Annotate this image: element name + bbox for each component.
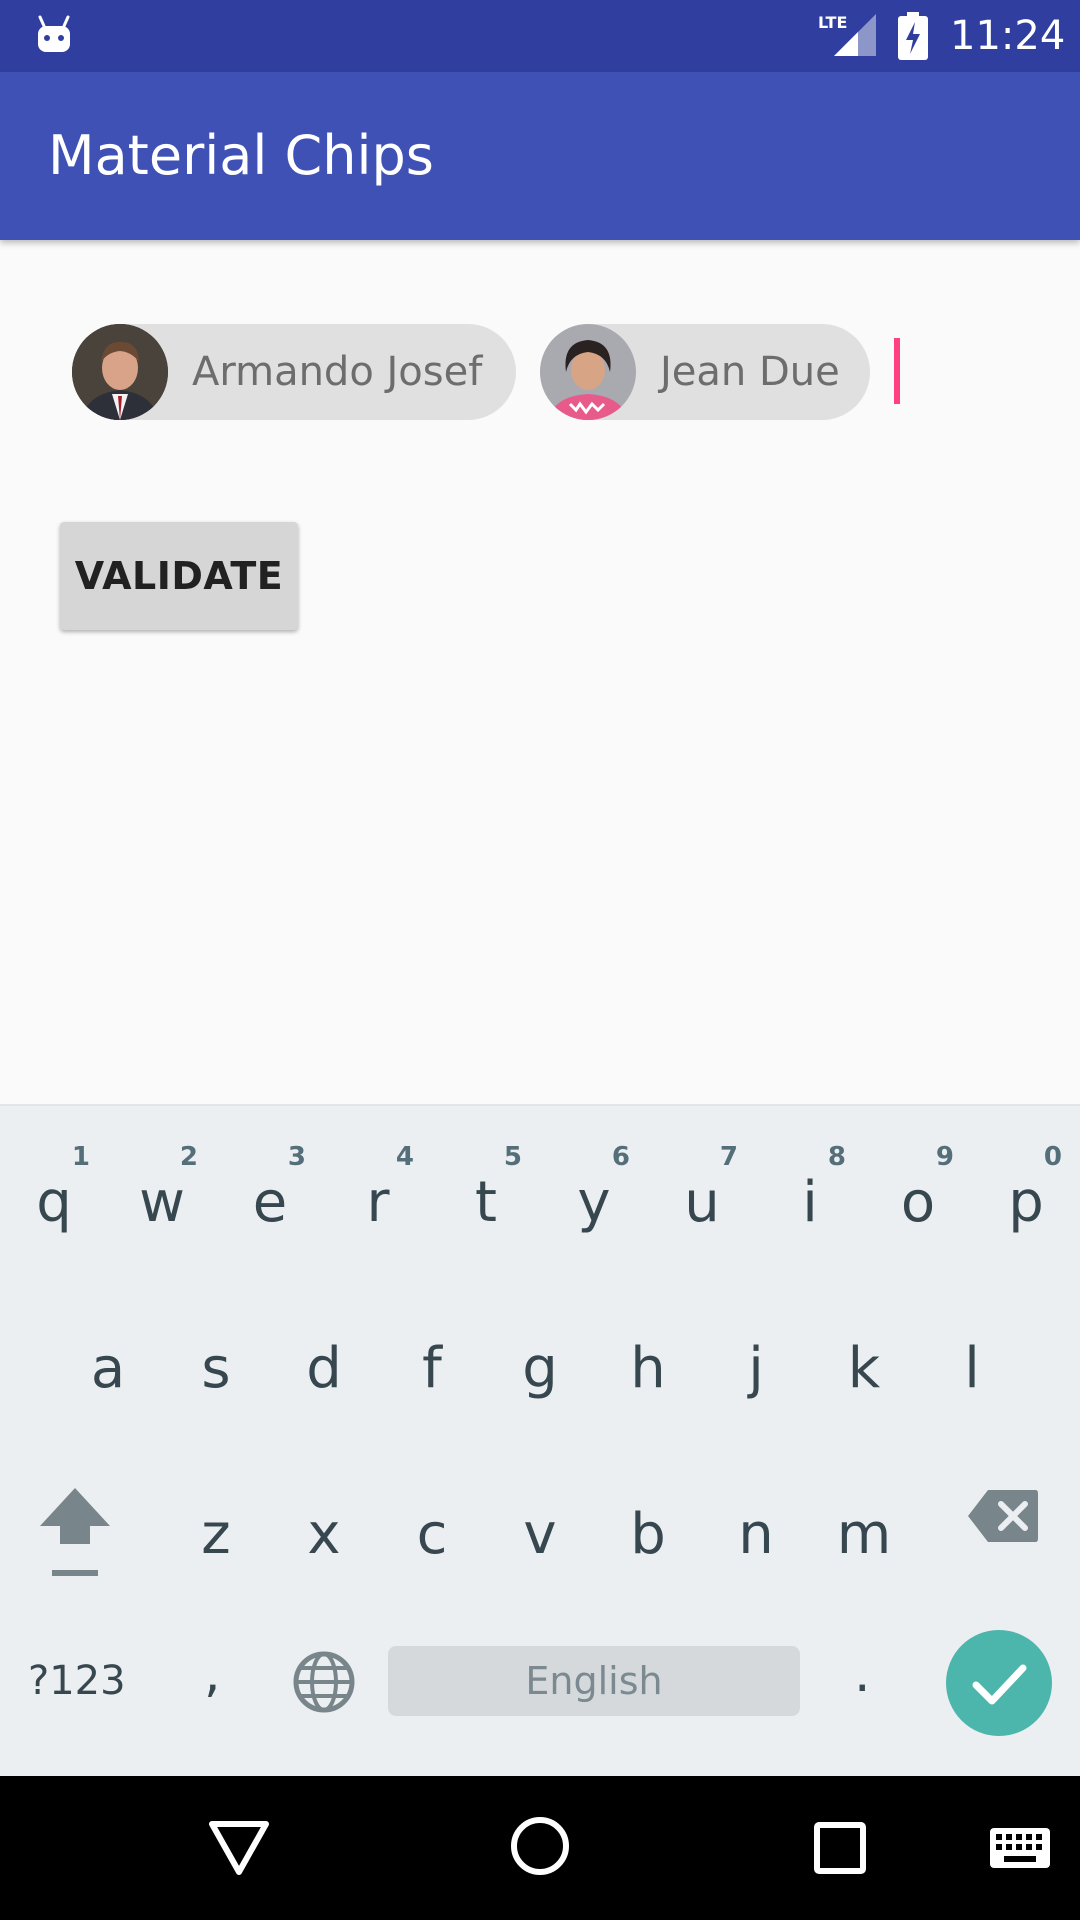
key-t[interactable]: 5t <box>436 1122 536 1252</box>
status-time: 11:24 <box>950 13 1066 59</box>
key-u[interactable]: 7u <box>652 1122 752 1252</box>
space-key[interactable]: English <box>388 1646 800 1716</box>
key-o[interactable]: 9o <box>868 1122 968 1252</box>
key-f[interactable]: f <box>382 1292 482 1422</box>
text-cursor[interactable] <box>894 338 900 404</box>
avatar <box>72 324 168 420</box>
key-p[interactable]: 0p <box>976 1122 1076 1252</box>
app-title: Material Chips <box>48 124 434 187</box>
enter-key[interactable] <box>946 1630 1052 1736</box>
key-z[interactable]: z <box>166 1458 266 1588</box>
key-r[interactable]: 4r <box>328 1122 428 1252</box>
battery-charging-icon <box>898 12 928 60</box>
key-x[interactable]: x <box>274 1458 374 1588</box>
navigation-bar <box>0 1776 1080 1920</box>
back-icon[interactable] <box>208 1820 270 1876</box>
shift-icon[interactable] <box>36 1486 114 1578</box>
comma-key[interactable]: , <box>204 1644 221 1704</box>
svg-text:LTE: LTE <box>818 13 847 32</box>
key-y[interactable]: 6y <box>544 1122 644 1252</box>
key-m[interactable]: m <box>814 1458 914 1588</box>
key-b[interactable]: b <box>598 1458 698 1588</box>
chip-jean-due[interactable]: Jean Due <box>540 324 870 420</box>
key-a[interactable]: a <box>58 1292 158 1422</box>
key-n[interactable]: n <box>706 1458 806 1588</box>
recents-icon[interactable] <box>814 1822 866 1874</box>
key-k[interactable]: k <box>814 1292 914 1422</box>
backspace-icon[interactable] <box>966 1488 1040 1544</box>
globe-icon[interactable] <box>292 1650 356 1714</box>
key-i[interactable]: 8i <box>760 1122 860 1252</box>
key-j[interactable]: j <box>706 1292 806 1422</box>
android-debug-icon <box>38 15 70 52</box>
key-h[interactable]: h <box>598 1292 698 1422</box>
key-v[interactable]: v <box>490 1458 590 1588</box>
keyboard-switch-icon[interactable] <box>988 1826 1052 1870</box>
key-l[interactable]: l <box>922 1292 1022 1422</box>
app-bar: Material Chips <box>0 72 1080 240</box>
chip-label: Armando Josef <box>192 349 483 395</box>
home-icon[interactable] <box>510 1816 570 1876</box>
status-bar: LTE 11:24 <box>0 0 1080 72</box>
avatar <box>540 324 636 420</box>
check-icon <box>972 1664 1027 1705</box>
key-q[interactable]: 1q <box>4 1122 104 1252</box>
key-w[interactable]: 2w <box>112 1122 212 1252</box>
avatar-woman-icon <box>540 324 636 420</box>
symbols-key[interactable]: ?123 <box>28 1658 126 1704</box>
key-d[interactable]: d <box>274 1292 374 1422</box>
key-g[interactable]: g <box>490 1292 590 1422</box>
validate-button[interactable]: VALIDATE <box>60 522 298 630</box>
chip-armando-josef[interactable]: Armando Josef <box>72 324 516 420</box>
period-key[interactable]: . <box>854 1644 871 1704</box>
key-s[interactable]: s <box>166 1292 266 1422</box>
lte-signal-icon: LTE <box>818 13 876 56</box>
key-e[interactable]: 3e <box>220 1122 320 1252</box>
avatar-man-icon <box>72 324 168 420</box>
key-c[interactable]: c <box>382 1458 482 1588</box>
chip-label: Jean Due <box>660 349 840 395</box>
